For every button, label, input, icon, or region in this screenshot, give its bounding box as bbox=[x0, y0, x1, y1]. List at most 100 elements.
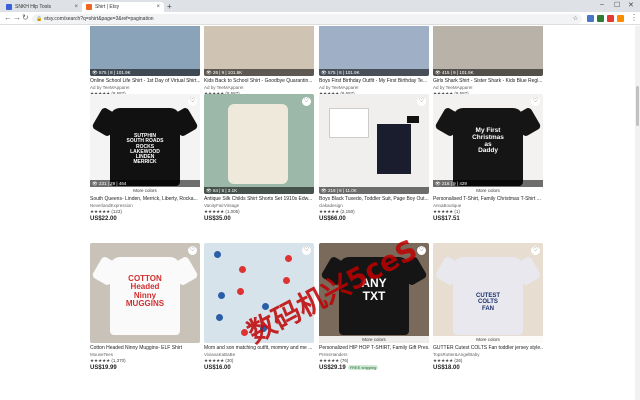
more-colors-label: More colors bbox=[433, 187, 543, 194]
print-dot bbox=[214, 251, 221, 258]
favorite-heart-icon[interactable]: ♡ bbox=[302, 246, 311, 255]
extension-icon[interactable] bbox=[607, 15, 614, 22]
product-image[interactable]: CUTEST COLTS FAN ♡ More colors bbox=[433, 243, 543, 343]
product-title[interactable]: Personalised T-Shirt, Family Christmas T… bbox=[433, 196, 543, 202]
maximize-icon[interactable]: ☐ bbox=[614, 1, 620, 9]
bowtie-piece bbox=[407, 116, 419, 123]
address-bar[interactable]: 🔒 etsy.com/search?q=shirt&page=3&ref=pag… bbox=[32, 13, 582, 24]
product-image[interactable]: ♡👁 26 | 9 | 101.9K bbox=[204, 26, 314, 76]
product-card[interactable]: ♡ 👁 219 | 8 | 11.0K Boys Black Tuxedo, Tod… bbox=[319, 94, 429, 222]
product-rating: ★★★★★ (2,150) bbox=[319, 209, 355, 214]
product-rating: ★★★★★ (76) bbox=[319, 358, 349, 363]
reload-icon[interactable]: ↻ bbox=[22, 13, 29, 23]
shirt-print-text: My First Christmas as Daddy bbox=[472, 127, 504, 155]
garment-piece bbox=[228, 104, 288, 184]
shop-name[interactable]: MouseTees bbox=[90, 352, 200, 357]
product-card[interactable]: CUTEST COLTS FAN ♡ More colors GUTTER Cutes… bbox=[433, 243, 543, 371]
product-rating: ★★★★★ (30) bbox=[204, 358, 234, 363]
shop-name[interactable]: Ad by TeeMAppareI bbox=[433, 85, 543, 90]
shop-name[interactable]: PressHanders bbox=[319, 352, 429, 357]
product-image[interactable]: ♡👁 415 | 9 | 101.9K bbox=[433, 26, 543, 76]
favorite-heart-icon[interactable]: ♡ bbox=[531, 97, 540, 106]
product-rating: ★★★★★ (1,005) bbox=[204, 209, 240, 214]
product-card[interactable]: ♡ 👁 84 | 6 | 3.1K Antique Silk Childs Shir… bbox=[204, 94, 314, 222]
shop-name[interactable]: AnnaBoutique bbox=[433, 203, 543, 208]
product-card[interactable]: My First Christmas as Daddy ♡ 👁 216 | 9 | … bbox=[433, 94, 543, 222]
shop-name[interactable]: TopsRotter&AngelBaby bbox=[433, 352, 543, 357]
favorite-heart-icon[interactable]: ♡ bbox=[188, 97, 197, 106]
listing-stats: 👁 575 | 8 | 101.9K bbox=[319, 69, 429, 76]
etsy-favicon bbox=[86, 4, 92, 10]
favorite-heart-icon[interactable]: ♡ bbox=[531, 246, 540, 255]
product-card[interactable]: ♡👁 575 | 8 | 101.9KBoys First Birthday O… bbox=[319, 26, 429, 104]
extension-icon[interactable] bbox=[617, 15, 624, 22]
product-rating: ★★★★★ (123) bbox=[90, 209, 122, 214]
more-colors-label: More colors bbox=[319, 336, 429, 343]
product-title[interactable]: Kids Back to School Shirt - Goodbye Quar… bbox=[204, 78, 314, 84]
shirt-print-text: CUTEST COLTS FAN bbox=[476, 293, 500, 312]
more-colors-label: More colors bbox=[90, 187, 200, 194]
window-close-icon[interactable]: ✕ bbox=[628, 1, 634, 9]
product-card[interactable]: COTTON Headed Ninny MUGGINS ♡ Cotton Heade… bbox=[90, 243, 200, 371]
product-title[interactable]: Girls Shark Shirt - Sister Shark - Kids … bbox=[433, 78, 543, 84]
page-scrollbar[interactable] bbox=[635, 26, 640, 400]
tab-title: SNKH Htp Tools bbox=[15, 4, 52, 10]
close-icon[interactable]: × bbox=[156, 4, 160, 10]
shop-name[interactable]: NeverlandExpression bbox=[90, 203, 200, 208]
product-title[interactable]: GUTTER Cutest COLTS Fan toddler jersey s… bbox=[433, 345, 543, 351]
product-title[interactable]: Personalized HIP HOP T-SHIRT, Family Gif… bbox=[319, 345, 429, 351]
tab-etsy[interactable]: Shirt | Etsy × bbox=[82, 2, 164, 12]
extension-icon[interactable] bbox=[597, 15, 604, 22]
product-image[interactable]: COTTON Headed Ninny MUGGINS ♡ bbox=[90, 243, 200, 343]
product-title[interactable]: Antique Silk Childs Shirt Shorts Set 191… bbox=[204, 196, 314, 202]
shop-name[interactable]: Ad by TeeMAppareI bbox=[319, 85, 429, 90]
favorite-heart-icon[interactable]: ♡ bbox=[302, 97, 311, 106]
product-image[interactable]: ♡ 👁 219 | 8 | 11.0K bbox=[319, 94, 429, 194]
tab-title: Shirt | Etsy bbox=[95, 4, 120, 10]
close-icon[interactable]: × bbox=[74, 4, 78, 10]
print-dot bbox=[218, 292, 225, 299]
product-title[interactable]: Online School Life Shirt - 1st Day of Vi… bbox=[90, 78, 200, 84]
print-dot bbox=[285, 255, 292, 262]
product-title[interactable]: Boys Black Tuxedo, Toddler Suit, Page Bo… bbox=[319, 196, 429, 202]
tab-snkh[interactable]: SNKH Htp Tools × bbox=[2, 2, 82, 12]
product-image[interactable]: ♡👁 575 | 8 | 101.9K bbox=[90, 26, 200, 76]
product-card[interactable]: SUTPHIN SOUTH ROADS ROCKS LAKEWOOD LINDE… bbox=[90, 94, 200, 222]
listing-stats: 👁 216 | 9 | 429 bbox=[433, 180, 543, 187]
shop-name[interactable]: VanityFairVintage bbox=[204, 203, 314, 208]
product-price: US$35.00 bbox=[204, 216, 231, 222]
back-icon[interactable]: ← bbox=[4, 13, 12, 23]
shop-name[interactable]: VivianaKaBaBe bbox=[204, 352, 314, 357]
extension-icon[interactable] bbox=[587, 15, 594, 22]
product-price: US$19.99 bbox=[90, 365, 117, 371]
minimize-icon[interactable]: – bbox=[600, 1, 604, 8]
bookmark-star-icon[interactable]: ☆ bbox=[573, 15, 578, 22]
shirt-piece bbox=[329, 108, 369, 138]
product-image[interactable]: SUTPHIN SOUTH ROADS ROCKS LAKEWOOD LINDE… bbox=[90, 94, 200, 194]
new-tab-icon[interactable]: + bbox=[167, 2, 172, 11]
product-title[interactable]: South Queens- Linden, Merrick, Liberty, … bbox=[90, 196, 200, 202]
product-image[interactable]: ♡👁 575 | 8 | 101.9K bbox=[319, 26, 429, 76]
product-title[interactable]: Cotton Headed Ninny Muggins- ELF Shirt bbox=[90, 345, 200, 351]
product-image[interactable]: ♡ 👁 84 | 6 | 3.1K bbox=[204, 94, 314, 194]
print-dot bbox=[239, 266, 246, 273]
product-rating: ★★★★★ (1) bbox=[433, 209, 460, 214]
product-rating: ★★★★★ (26) bbox=[433, 358, 463, 363]
scroll-thumb[interactable] bbox=[636, 86, 639, 126]
forward-icon[interactable]: → bbox=[13, 13, 21, 23]
product-card[interactable]: ♡👁 26 | 9 | 101.9K Kids Back to School Sh… bbox=[204, 26, 314, 104]
listing-stats: 👁 231 | 29 | 464 bbox=[90, 180, 200, 187]
menu-icon[interactable]: ⋮ bbox=[630, 13, 638, 23]
product-card[interactable]: ♡👁 575 | 8 | 101.9K Online School Life Sh… bbox=[90, 26, 200, 104]
product-title[interactable]: Boys First Birthday Outfit - My First Bi… bbox=[319, 78, 429, 84]
product-card[interactable]: ♡👁 415 | 9 | 101.9KGirls Shark Shirt - S… bbox=[433, 26, 543, 104]
product-image[interactable]: My First Christmas as Daddy ♡ 👁 216 | 9 | … bbox=[433, 94, 543, 194]
browser-toolbar: ← → ↻ 🔒 etsy.com/search?q=shirt&page=3&r… bbox=[0, 12, 640, 25]
favorite-heart-icon[interactable]: ♡ bbox=[188, 246, 197, 255]
listing-stats: 👁 84 | 6 | 3.1K bbox=[204, 187, 314, 194]
favorite-heart-icon[interactable]: ♡ bbox=[417, 97, 426, 106]
listing-stats: 👁 415 | 9 | 101.9K bbox=[433, 69, 543, 76]
shop-name[interactable]: Ad by TeeMAppareI bbox=[90, 85, 200, 90]
shop-name[interactable]: Ad by TeeMAppareI bbox=[204, 85, 314, 90]
shop-name[interactable]: clakadesign bbox=[319, 203, 429, 208]
